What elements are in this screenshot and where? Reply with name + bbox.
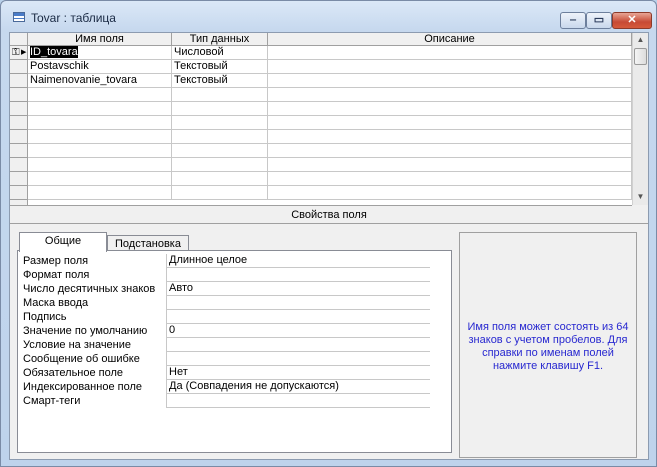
row-selector[interactable] [10,74,28,88]
column-header-name[interactable]: Имя поля [28,33,172,46]
field-name-cell[interactable]: ID_tovara [28,46,172,60]
property-label: Обязательное поле [23,367,124,379]
divider [10,223,648,224]
property-value[interactable] [166,268,430,282]
current-row-arrow-icon: ▶ [21,49,27,56]
data-type-cell[interactable]: Текстовый [172,74,268,88]
property-value[interactable] [166,352,430,366]
field-name-cell[interactable]: Naimenovanie_tovara [28,74,172,88]
empty-cell[interactable] [28,88,172,102]
empty-cell[interactable] [172,186,268,200]
empty-cell[interactable] [172,130,268,144]
property-value[interactable]: Длинное целое [166,254,430,268]
property-label: Индексированное поле [23,381,142,393]
empty-cell[interactable] [28,186,172,200]
general-properties-panel: Размер поля Длинное целое Формат поля Чи… [17,250,452,453]
empty-cell[interactable] [268,186,632,200]
description-cell[interactable] [268,60,632,74]
client-area: Имя поля Тип данных Описание ⚿ ▶ ID_tova… [9,32,649,460]
description-cell[interactable] [268,74,632,88]
minimize-button[interactable]: ‒ [560,12,586,29]
empty-cell[interactable] [28,172,172,186]
empty-cell[interactable] [268,130,632,144]
property-label: Значение по умолчанию [23,325,148,337]
table-design-window: Tovar : таблица ‒ ▭ ✕ Имя поля Тип данны… [0,0,657,467]
property-label: Размер поля [23,255,89,267]
empty-cell[interactable] [268,116,632,130]
primary-key-icon: ⚿ [12,47,20,58]
property-value[interactable] [166,338,430,352]
data-type-cell[interactable]: Числовой [172,46,268,60]
scroll-up-arrow-icon[interactable]: ▲ [633,33,648,47]
property-label: Маска ввода [23,297,89,309]
description-cell[interactable] [268,46,632,60]
tab-general[interactable]: Общие [19,232,107,252]
help-panel: Имя поля может состоять из 64 знаков с у… [459,232,637,458]
close-button[interactable]: ✕ [612,12,652,29]
property-label: Число десятичных знаков [23,283,156,295]
property-value[interactable]: Да (Совпадения не допускаются) [166,380,430,394]
property-label: Смарт-теги [23,395,81,407]
empty-cell[interactable] [172,144,268,158]
property-label: Условие на значение [23,339,132,351]
data-type-cell[interactable]: Текстовый [172,60,268,74]
property-label: Формат поля [23,269,90,281]
property-label: Подпись [23,311,67,323]
column-header-type[interactable]: Тип данных [172,33,268,46]
row-selector[interactable] [10,116,28,130]
property-value[interactable]: Нет [166,366,430,380]
row-selector[interactable] [10,88,28,102]
field-grid: Имя поля Тип данных Описание ⚿ ▶ ID_tova… [10,33,632,206]
empty-cell[interactable] [172,88,268,102]
empty-cell[interactable] [28,102,172,116]
property-value[interactable]: 0 [166,324,430,338]
maximize-button[interactable]: ▭ [586,12,612,29]
scrollbar-thumb[interactable] [634,48,647,65]
selected-text: ID_tovara [30,46,78,58]
table-icon [13,12,25,22]
empty-cell[interactable] [28,130,172,144]
help-text: Имя поля может состоять из 64 знаков с у… [467,321,629,372]
row-selector[interactable] [10,158,28,172]
column-header-description[interactable]: Описание [268,33,632,46]
window-title: Tovar : таблица [31,11,116,25]
row-selector[interactable] [10,144,28,158]
row-selector[interactable] [10,60,28,74]
row-selector[interactable] [10,102,28,116]
empty-cell[interactable] [28,158,172,172]
property-value[interactable] [166,394,430,408]
row-selector[interactable] [10,130,28,144]
empty-cell[interactable] [268,158,632,172]
property-value[interactable] [166,310,430,324]
empty-cell[interactable] [172,172,268,186]
field-name-cell[interactable]: Postavschik [28,60,172,74]
row-selector[interactable] [10,186,28,200]
empty-cell[interactable] [268,88,632,102]
property-value[interactable] [166,296,430,310]
title-bar[interactable]: Tovar : таблица ‒ ▭ ✕ [1,1,656,33]
empty-cell[interactable] [268,144,632,158]
property-value[interactable]: Авто [166,282,430,296]
scroll-down-arrow-icon[interactable]: ▼ [633,190,648,204]
field-properties-title: Свойства поля [291,209,367,221]
empty-cell[interactable] [172,158,268,172]
empty-cell[interactable] [28,116,172,130]
grid-corner[interactable] [10,33,28,46]
empty-cell[interactable] [172,116,268,130]
empty-cell[interactable] [28,144,172,158]
empty-cell[interactable] [268,172,632,186]
property-label: Сообщение об ошибке [23,353,140,365]
vertical-scrollbar[interactable]: ▲ ▼ [632,33,648,205]
row-selector[interactable] [10,172,28,186]
empty-cell[interactable] [268,102,632,116]
empty-cell[interactable] [172,102,268,116]
row-selector[interactable]: ⚿ ▶ [10,46,28,60]
